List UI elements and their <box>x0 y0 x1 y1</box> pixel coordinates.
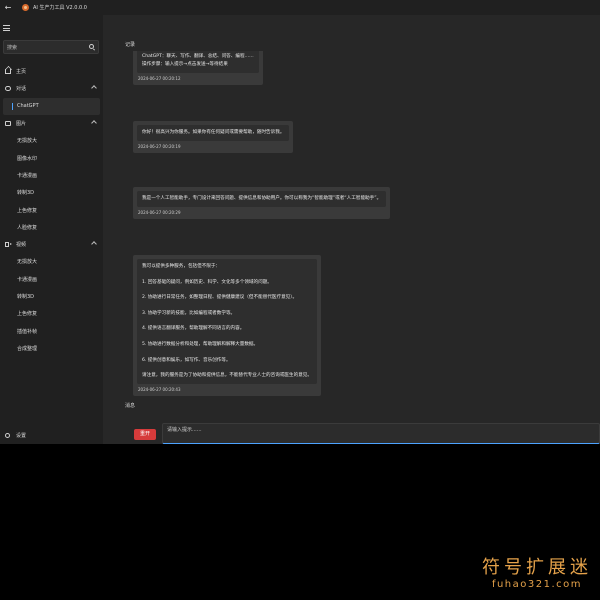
message-line: 6. 提供创意和娱乐，如写作、音乐创作等。 <box>142 357 231 363</box>
message-body: 你好！很高兴为你服务。如果你有任何疑问或需要帮助，随时告诉我。 <box>137 125 290 141</box>
sidebar-item-video-interpolate[interactable]: 插值补帧 <box>0 322 103 339</box>
main-panel: 记录 ChatGPT：聊天、写作、翻译、总结、问答、编程…… 操作步骤：输入提示… <box>103 15 600 444</box>
sidebar-item-label: 卡通漫画 <box>17 172 38 179</box>
message-timestamp: 2024-06-27 00:20:19 <box>138 144 181 149</box>
sidebar-item-label: ChatGPT <box>17 103 39 110</box>
chat-message: ChatGPT：聊天、写作、翻译、总结、问答、编程…… 操作步骤：输入提示→点击… <box>133 51 263 85</box>
message-timestamp: 2024-06-27 00:20:12 <box>138 76 181 81</box>
sidebar-group-chat[interactable]: 对话 <box>0 80 103 97</box>
message-line: 2. 协助进行日常任务，如整理日程、提供健康建议（但不能替代医疗意见）。 <box>142 295 298 301</box>
video-camera-icon <box>5 241 12 247</box>
chat-message: 我是一个人工智能助手，专门设计来回答问题、提供信息和协助用户。你可以称我为“智能… <box>133 187 391 219</box>
title-bar: ← AI 生产力工具 V2.0.0.0 <box>0 0 600 15</box>
sidebar-item-label: 主页 <box>16 69 27 76</box>
sidebar-item-label: 图像水印 <box>17 155 38 162</box>
message-line: 4. 提供语言翻译服务，帮助理解不同语言的内容。 <box>142 326 245 332</box>
sidebar-item-label: 无损放大 <box>17 138 38 145</box>
chat-history[interactable]: ChatGPT：聊天、写作、翻译、总结、问答、编程…… 操作步骤：输入提示→点击… <box>125 51 600 403</box>
chevron-up-icon[interactable] <box>91 241 97 247</box>
watermark-text: 符号扩展迷 <box>482 557 592 578</box>
sidebar-item-label: 上色修复 <box>17 311 38 318</box>
records-label: 记录 <box>125 42 136 48</box>
prompt-input[interactable] <box>167 426 587 441</box>
search-icon[interactable] <box>89 44 94 49</box>
sidebar-item-image-colorize[interactable]: 上色修复 <box>0 201 103 218</box>
sidebar-item-label: 合成整理 <box>17 345 38 352</box>
message-line: ChatGPT：聊天、写作、翻译、总结、问答、编程…… <box>142 54 254 59</box>
sidebar-item-image-watermark[interactable]: 图像水印 <box>0 149 103 166</box>
sidebar-item-home[interactable]: 主页 <box>0 63 103 80</box>
window-title: AI 生产力工具 V2.0.0.0 <box>33 5 87 11</box>
sidebar-group-image[interactable]: 图片 <box>0 115 103 132</box>
sidebar-item-video-compose[interactable]: 合成整理 <box>0 340 103 357</box>
sidebar-item-label: 上色修复 <box>17 207 38 214</box>
reset-button[interactable]: 重开 <box>134 429 156 440</box>
message-body: ChatGPT：聊天、写作、翻译、总结、问答、编程…… 操作步骤：输入提示→点击… <box>137 51 259 73</box>
search-input[interactable] <box>7 42 87 53</box>
sidebar-item-label: 人脸修复 <box>17 224 38 231</box>
sidebar-item-label: 设置 <box>16 433 27 439</box>
sidebar-item-label: 无损放大 <box>17 259 38 266</box>
message-line: 你好！很高兴为你服务。如果你有任何疑问或需要帮助，随时告诉我。 <box>142 130 285 135</box>
sidebar-item-video-3d[interactable]: 转制3D <box>0 288 103 305</box>
message-timestamp: 2024-06-27 00:20:29 <box>138 210 181 215</box>
sidebar-item-video-colorize[interactable]: 上色修复 <box>0 305 103 322</box>
sidebar-group-video[interactable]: 视频 <box>0 236 103 253</box>
chat-message: 你好！很高兴为你服务。如果你有任何疑问或需要帮助，随时告诉我。 2024-06-… <box>133 121 294 153</box>
chevron-up-icon[interactable] <box>91 120 97 126</box>
app-logo-icon <box>22 4 29 11</box>
chat-icon <box>5 86 11 92</box>
watermark-url: fuhao321.com <box>491 579 583 590</box>
site-watermark: 符号扩展迷 fuhao321.com <box>482 553 592 590</box>
image-icon <box>5 120 11 126</box>
sidebar-item-chatgpt[interactable]: ChatGPT <box>3 97 100 115</box>
sidebar-group-label: 视频 <box>16 242 27 249</box>
sidebar-item-settings[interactable]: 设置 <box>0 427 103 444</box>
sidebar-group-label: 图片 <box>16 121 27 128</box>
sidebar-nav: 主页 对话 ChatGPT 图片 无损放大 图像水印 卡通漫画 转制3D 上色修… <box>0 63 103 357</box>
app-window: ← AI 生产力工具 V2.0.0.0 主页 对话 ChatGPT <box>0 0 600 444</box>
prompt-box <box>162 423 600 444</box>
message-line: 我是一个人工智能助手，专门设计来回答问题、提供信息和协助用户。你可以称我为“智能… <box>142 196 382 201</box>
message-line: 操作步骤：输入提示→点击发送→等待结果 <box>142 62 228 67</box>
message-body: 我是一个人工智能助手，专门设计来回答问题、提供信息和协助用户。你可以称我为“智能… <box>137 191 387 207</box>
sidebar-item-video-cartoon[interactable]: 卡通漫画 <box>0 271 103 288</box>
sidebar: 主页 对话 ChatGPT 图片 无损放大 图像水印 卡通漫画 转制3D 上色修… <box>0 15 103 444</box>
sidebar-group-label: 对话 <box>16 86 27 93</box>
message-line: 5. 协助进行数据分析和处理，帮助理解和解释大量数据。 <box>142 341 259 347</box>
sidebar-item-image-face[interactable]: 人脸修复 <box>0 219 103 236</box>
gear-icon <box>5 433 10 438</box>
chat-message: 我可以提供多种服务，包括但不限于： 1. 回答基础的疑问，例如历史、科学、文化等… <box>133 255 321 397</box>
message-line: 我可以提供多种服务，包括但不限于： <box>142 264 221 269</box>
search-box <box>3 40 99 54</box>
message-timestamp: 2024-06-27 00:20:43 <box>138 387 181 393</box>
message-line: 1. 回答基础的疑问，例如历史、科学、文化等多个领域的问题。 <box>142 279 272 285</box>
sidebar-item-label: 转制3D <box>17 190 35 197</box>
sidebar-item-image-cartoon[interactable]: 卡通漫画 <box>0 167 103 184</box>
message-line: 请注意，我的服务是为了协助和提供信息，不能替代专业人士的咨询或医生的意见。 <box>142 373 312 379</box>
sidebar-item-label: 插值补帧 <box>17 328 38 335</box>
sidebar-item-video-upscale[interactable]: 无损放大 <box>0 253 103 270</box>
back-arrow-icon[interactable]: ← <box>3 3 13 13</box>
message-line: 3. 协助学习新的技能，比如编程或者数学等。 <box>142 310 236 316</box>
chevron-up-icon[interactable] <box>91 85 97 92</box>
sidebar-item-image-3d[interactable]: 转制3D <box>0 184 103 201</box>
sidebar-item-image-upscale[interactable]: 无损放大 <box>0 132 103 149</box>
message-body: 我可以提供多种服务，包括但不限于： 1. 回答基础的疑问，例如历史、科学、文化等… <box>137 259 317 385</box>
composer-bar: 重开 <box>103 423 600 444</box>
home-icon <box>5 69 11 74</box>
menu-toggle-icon[interactable] <box>3 25 10 31</box>
sidebar-item-label: 卡通漫画 <box>17 276 38 283</box>
sidebar-item-label: 转制3D <box>17 294 35 300</box>
messages-label: 消息 <box>125 403 136 409</box>
